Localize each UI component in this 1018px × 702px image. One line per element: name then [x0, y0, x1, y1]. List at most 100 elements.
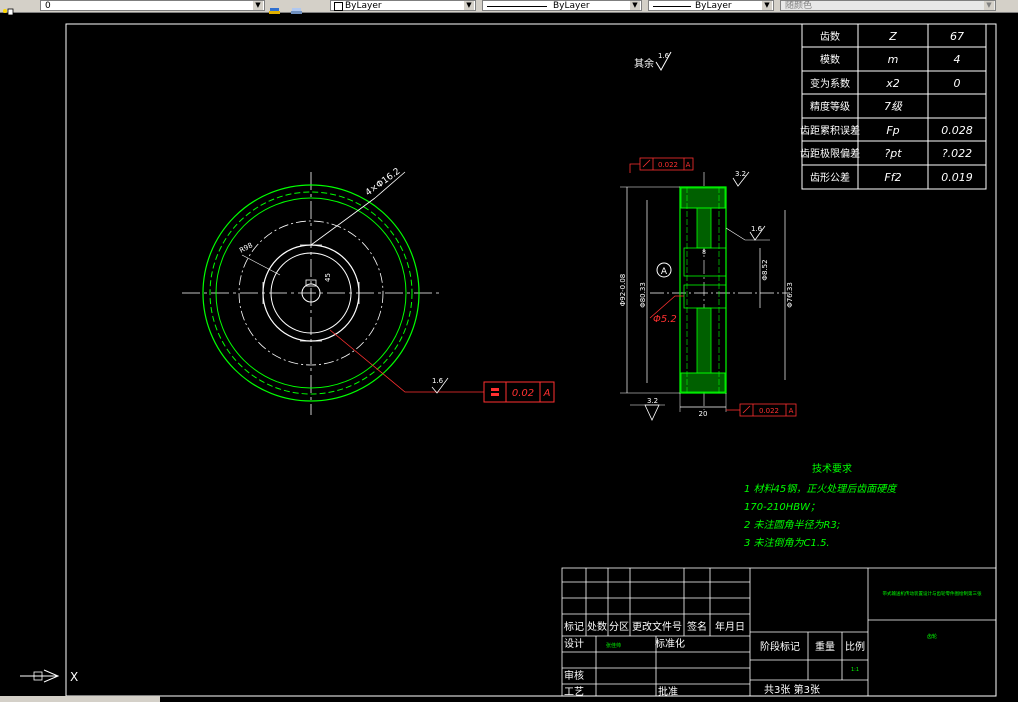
scale-value: 1:1	[851, 667, 859, 673]
drawing-canvas[interactable]: 齿数 Z 67 模数 m 4 变为系数 x2 0 精度等级 7级 齿距累积误差 …	[0, 12, 1018, 702]
lower-rim-hatch	[680, 372, 726, 393]
right-dia-label: Φ76.33	[786, 282, 794, 308]
tech-line: 2 未注圆角半径为R3;	[744, 519, 840, 531]
title-cell: 更改文件号	[632, 620, 682, 633]
datum-label: A	[661, 267, 668, 277]
hub-width-label: 8	[702, 249, 706, 256]
runout-leader-line	[329, 329, 484, 393]
make-object-layer-current-icon[interactable]	[268, 1, 280, 14]
table-label: 模数	[820, 53, 840, 66]
color-control-value: ByLayer	[345, 1, 382, 11]
bore-label: Φ5.2	[653, 314, 677, 325]
tolerance-datum: A	[543, 388, 551, 399]
upper-rim-hatch	[680, 187, 726, 209]
color-swatch-icon	[334, 2, 343, 11]
gear-table-row: 齿距极限偏差 ?pt ?.022	[800, 147, 972, 160]
linetype-control-value: ByLayer	[553, 1, 590, 11]
layer-state-icon[interactable]	[2, 1, 14, 16]
bottom-runout-frame: 0.022 A	[739, 403, 797, 417]
gear-table-row: 齿形公差 Ff2 0.019	[810, 171, 973, 184]
tech-line: 170-210HBW；	[744, 502, 820, 513]
tolerance-value: 0.02	[512, 388, 534, 399]
review-label: 审核	[564, 669, 584, 682]
title-block-text: 标记 处数 分区 更改文件号 签名 年月日 设计 张佳帅 标准化 审核 工艺 批…	[564, 590, 982, 698]
gear-front-view: 4×Φ16.2 R98 45 1.6 〓 0.02 A	[182, 167, 555, 415]
ucs-icon: X	[20, 669, 78, 684]
table-value: 0	[954, 77, 961, 90]
chevron-down-icon[interactable]: ▼	[253, 1, 263, 10]
tech-line: 1 材料45钢，正火处理后齿面硬度	[744, 483, 898, 495]
roughness-bottom-value: 3.2	[647, 397, 658, 405]
tol-bottom-value: 0.022	[759, 407, 779, 415]
approve-label: 批准	[658, 685, 678, 698]
process-label: 工艺	[564, 686, 584, 698]
lineweight-control-dropdown[interactable]: ByLayer ▼	[648, 0, 774, 11]
hub-lower	[683, 284, 727, 309]
table-symbol: x2	[885, 77, 900, 90]
runout-tolerance-frame: 〓 0.02 A	[483, 381, 555, 403]
table-symbol: Ff2	[884, 171, 901, 184]
table-label: 变为系数	[810, 77, 850, 90]
radius-label: R98	[238, 241, 254, 255]
linetype-sample-icon	[487, 6, 547, 7]
drawing-border	[65, 23, 997, 697]
hole-dimension-label: 4×Φ16.2	[364, 167, 403, 199]
gear-table-row: 变为系数 x2 0	[810, 77, 961, 90]
table-value: 67	[950, 30, 964, 43]
table-value: ?.022	[942, 147, 972, 160]
key-dimension-label: 45	[324, 273, 332, 282]
designer-name: 张佳帅	[606, 642, 621, 649]
table-symbol: 7级	[884, 100, 903, 113]
table-symbol: ?pt	[884, 147, 902, 160]
table-value: 0.028	[941, 124, 973, 137]
table-label: 齿形公差	[810, 171, 850, 184]
table-symbol: m	[888, 53, 899, 66]
chevron-down-icon[interactable]: ▼	[464, 1, 474, 10]
lower-web-hatch	[696, 307, 712, 374]
title-cell: 签名	[687, 620, 707, 633]
chevron-down-icon[interactable]: ▼	[984, 1, 994, 10]
title-cell: 处数	[587, 620, 607, 633]
chevron-down-icon[interactable]: ▼	[630, 1, 640, 10]
table-value: 4	[954, 53, 961, 66]
layer-dropdown-value: 0	[45, 1, 51, 11]
lineweight-control-value: ByLayer	[695, 1, 732, 11]
roughness-other-value: 1.6	[658, 52, 670, 60]
layer-previous-icon[interactable]	[290, 1, 302, 14]
gear-table-row: 精度等级 7级	[810, 100, 903, 113]
plotstyle-control-dropdown[interactable]: 随颜色 ▼	[780, 0, 996, 11]
hub-dia-label: Φ8.52	[761, 259, 769, 280]
weight-label: 重量	[815, 640, 835, 653]
width-label: 20	[699, 410, 708, 418]
color-control-dropdown[interactable]: ByLayer ▼	[330, 0, 476, 11]
tol-top-datum: A	[686, 161, 691, 169]
scale-label: 比例	[845, 640, 865, 653]
lineweight-sample-icon	[653, 6, 691, 7]
title-cell: 分区	[609, 621, 629, 633]
pitch-dia-label: Φ80.33	[639, 282, 647, 308]
table-label: 齿距累积误差	[800, 124, 860, 137]
upper-web-hatch	[696, 207, 712, 249]
table-label: 齿数	[820, 30, 840, 43]
stage-mark-label: 阶段标记	[760, 640, 800, 653]
roughness-other-note: 其余 1.6	[634, 51, 672, 71]
runout-arrow-icon	[642, 159, 651, 168]
table-symbol: Z	[888, 30, 897, 43]
linetype-control-dropdown[interactable]: ByLayer ▼	[482, 0, 642, 11]
tolerance-symbol: 〓	[490, 388, 500, 399]
roughness-symbol-icon	[644, 404, 660, 421]
plotstyle-control-value: 随颜色	[785, 1, 813, 11]
tol-top-value: 0.022	[658, 161, 678, 169]
layer-dropdown[interactable]: 0 ▼	[40, 0, 265, 11]
tech-title: 技术要求	[812, 462, 852, 475]
standardization-label: 标准化	[655, 637, 685, 650]
gear-table-row: 模数 m 4	[820, 53, 961, 66]
roughness-right-value: 1.6	[751, 225, 763, 233]
layout-tabs-strip[interactable]	[0, 696, 160, 702]
table-label: 齿距极限偏差	[800, 147, 860, 160]
roughness-leader-line	[725, 227, 770, 241]
tech-line: 3 未注倒角为C1.5.	[744, 537, 830, 549]
radius-leader-line	[241, 254, 281, 276]
chevron-down-icon[interactable]: ▼	[762, 1, 772, 10]
gear-table-row: 齿数 Z 67	[820, 30, 964, 43]
